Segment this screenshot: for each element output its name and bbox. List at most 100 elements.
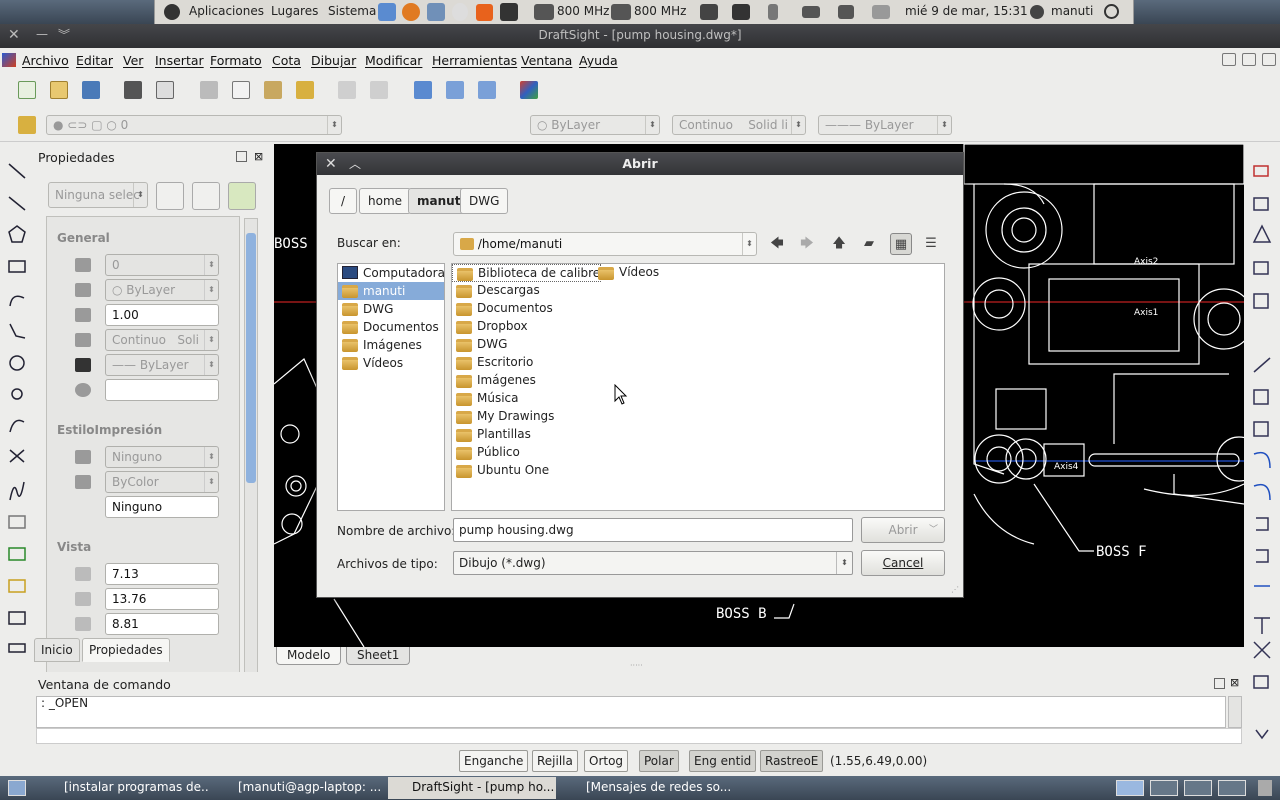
- tab-inicio[interactable]: Inicio: [34, 638, 80, 662]
- transparency-field[interactable]: [105, 379, 219, 401]
- mail-icon[interactable]: [872, 5, 890, 19]
- firefox-icon[interactable]: [402, 3, 420, 21]
- view-height-field[interactable]: 7.13: [105, 563, 219, 585]
- print-style-field[interactable]: Ninguno ⬍: [105, 446, 219, 468]
- etrack-button[interactable]: RastreoE: [760, 750, 824, 772]
- folder-item[interactable]: Dropbox: [452, 318, 528, 336]
- workspace-switcher[interactable]: [1184, 780, 1212, 796]
- menu-ayuda[interactable]: Ayuda: [579, 53, 618, 68]
- folder-item[interactable]: Vídeos: [594, 264, 659, 282]
- menu-ventana[interactable]: Ventana: [521, 53, 572, 68]
- place-videos[interactable]: Vídeos: [338, 354, 444, 372]
- folder-item[interactable]: Documentos: [452, 300, 553, 318]
- task-installer[interactable]: [instalar programas de...: [40, 777, 208, 799]
- print-icon[interactable]: [124, 81, 142, 99]
- menu-editar[interactable]: Editar: [76, 53, 113, 68]
- polar-button[interactable]: Polar: [639, 750, 679, 772]
- cut-icon[interactable]: [200, 81, 218, 99]
- task-draftsight[interactable]: DraftSight - [pump ho...: [388, 777, 556, 799]
- filename-input[interactable]: pump housing.dwg: [453, 518, 853, 542]
- volume-muted-icon[interactable]: [838, 5, 854, 19]
- float-command-icon[interactable]: [1214, 678, 1225, 689]
- workspace-switcher[interactable]: [1150, 780, 1178, 796]
- menu-cota[interactable]: Cota: [272, 53, 301, 68]
- place-dwg[interactable]: DWG: [338, 300, 444, 318]
- workspace-switcher[interactable]: [1116, 780, 1144, 796]
- breadcrumb-dwg[interactable]: DWG: [460, 188, 509, 214]
- user-name[interactable]: manuti: [1051, 4, 1093, 18]
- bulb-icon[interactable]: [452, 3, 468, 21]
- snap-button[interactable]: Enganche: [459, 750, 529, 772]
- linetype-scale-field[interactable]: 1.00: [105, 304, 219, 326]
- power-icon[interactable]: [1104, 4, 1119, 19]
- new-folder-icon[interactable]: ▰: [858, 233, 880, 255]
- print-table-field[interactable]: Ninguno: [105, 496, 219, 518]
- doc-close-icon[interactable]: [1262, 53, 1276, 66]
- breadcrumb-root[interactable]: /: [329, 188, 357, 214]
- clock[interactable]: mié 9 de mar, 15:31: [905, 4, 1028, 18]
- match-properties-icon[interactable]: [296, 81, 314, 99]
- list-view-icon[interactable]: ☰: [920, 233, 942, 255]
- up-icon[interactable]: 🡅: [828, 233, 850, 255]
- lineweight-field[interactable]: —— ByLayer ⬍: [105, 354, 219, 376]
- print-color-field[interactable]: ByColor ⬍: [105, 471, 219, 493]
- workspace-switcher[interactable]: [1218, 780, 1246, 796]
- redo-icon[interactable]: [370, 81, 388, 99]
- scrollbar-thumb[interactable]: [246, 233, 256, 483]
- screenshot-icon[interactable]: [427, 3, 445, 21]
- breadcrumb-home[interactable]: home: [359, 188, 412, 214]
- show-desktop-icon[interactable]: [8, 780, 26, 796]
- open-button[interactable]: Abrir ﹀: [861, 517, 945, 543]
- ortho-button[interactable]: Ortog: [584, 750, 629, 772]
- command-input[interactable]: [36, 728, 1242, 744]
- lineweight-combo[interactable]: ——— ByLayer ⬍: [818, 115, 952, 135]
- place-imagenes[interactable]: Imágenes: [338, 336, 444, 354]
- layer-manager-icon[interactable]: [18, 116, 36, 134]
- save-icon[interactable]: [82, 81, 100, 99]
- network-icon[interactable]: [700, 4, 718, 20]
- command-history[interactable]: : _OPEN: [36, 696, 1226, 728]
- filetype-select[interactable]: Dibujo (*.dwg) ⬍: [453, 551, 853, 575]
- color-combo[interactable]: ○ ByLayer ⬍: [530, 115, 660, 135]
- search-path-combo[interactable]: /home/manuti ⬍: [453, 232, 757, 256]
- view-width-field[interactable]: 13.76: [105, 588, 219, 610]
- menu-insertar[interactable]: Insertar: [155, 53, 204, 68]
- trash-icon[interactable]: [1258, 780, 1272, 796]
- layer-field[interactable]: 0 ⬍: [105, 254, 219, 276]
- back-icon[interactable]: 🡄: [766, 233, 788, 255]
- menu-ver[interactable]: Ver: [123, 53, 143, 68]
- color-field[interactable]: ○ ByLayer ⬍: [105, 279, 219, 301]
- menu-modificar[interactable]: Modificar: [365, 53, 422, 68]
- place-documentos[interactable]: Documentos: [338, 318, 444, 336]
- pan-icon[interactable]: [414, 81, 432, 99]
- folder-item[interactable]: Biblioteca de calibre: [452, 264, 602, 282]
- battery-icon[interactable]: [802, 6, 820, 18]
- menu-archivo[interactable]: Archivo: [22, 53, 69, 68]
- folder-item[interactable]: Ubuntu One: [452, 462, 549, 480]
- folder-item[interactable]: DWG: [452, 336, 507, 354]
- orange-app-icon[interactable]: [476, 4, 493, 21]
- resize-grip-icon[interactable]: ⋰: [951, 585, 959, 594]
- cancel-button[interactable]: Cancel: [861, 550, 945, 576]
- linetype-field[interactable]: Continuo Soli ⬍: [105, 329, 219, 351]
- menu-formato[interactable]: Formato: [210, 53, 262, 68]
- menu-herramientas[interactable]: Herramientas: [432, 53, 517, 68]
- finder-icon[interactable]: [378, 3, 396, 21]
- dialog-close-icon[interactable]: ✕: [325, 153, 337, 175]
- selection-combo[interactable]: Ninguna selec ⬍: [48, 182, 148, 208]
- paste-icon[interactable]: [264, 81, 282, 99]
- task-messages[interactable]: [Mensajes de redes so...: [562, 777, 730, 799]
- system-monitor-icon[interactable]: [500, 3, 518, 21]
- dialog-minimize-icon[interactable]: ︿: [349, 153, 361, 175]
- doc-restore-icon[interactable]: [1242, 53, 1256, 66]
- system-menu[interactable]: Sistema: [328, 4, 376, 18]
- folder-item[interactable]: Música: [452, 390, 519, 408]
- close-command-icon[interactable]: ⊠: [1230, 676, 1239, 689]
- float-panel-icon[interactable]: [236, 151, 247, 162]
- bluetooth-icon[interactable]: [768, 4, 778, 20]
- zoom-previous-icon[interactable]: [478, 81, 496, 99]
- toggle-pickadd-icon[interactable]: [228, 182, 256, 210]
- folder-item[interactable]: My Drawings: [452, 408, 554, 426]
- tab-modelo[interactable]: Modelo: [276, 647, 342, 665]
- place-manuti[interactable]: manuti: [338, 282, 444, 300]
